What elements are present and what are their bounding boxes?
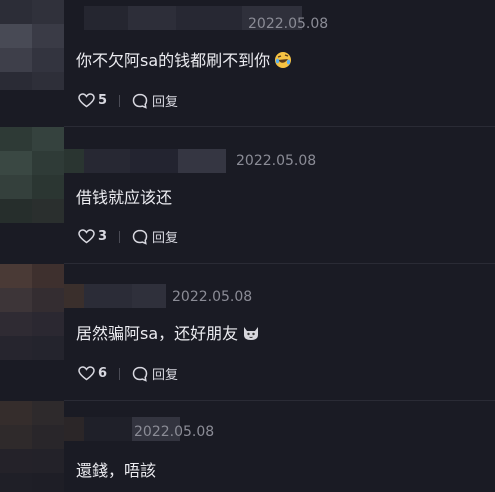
like-button[interactable]: 6 xyxy=(78,366,107,381)
like-button[interactable]: 5 xyxy=(78,93,107,108)
comment-item: 2022.05.08 你不欠阿sa的钱都刷不到你 5 回复 xyxy=(0,0,495,124)
comment-item: 2022.05.08 居然骗阿sa，还好朋友 6 回复 xyxy=(0,264,495,400)
comment-date: 2022.05.08 xyxy=(172,289,253,305)
comment-date: 2022.05.08 xyxy=(134,424,215,440)
comment-text-content: 你不欠阿sa的钱都刷不到你 xyxy=(76,51,271,70)
comment-text-content: 居然骗阿sa，还好朋友 xyxy=(76,324,239,343)
reply-label: 回复 xyxy=(152,231,179,246)
comment-item: 2022.05.08 借钱就应该还 3 回复 xyxy=(0,127,495,263)
comment-text: 借钱就应该还 xyxy=(76,188,173,207)
reply-label: 回复 xyxy=(152,368,179,383)
reply-bubble-icon xyxy=(132,229,148,245)
comment-date: 2022.05.08 xyxy=(236,153,317,169)
avatar[interactable] xyxy=(0,127,64,227)
reply-button[interactable]: 回复 xyxy=(132,227,178,246)
reply-bubble-icon xyxy=(132,366,148,382)
comment-item: 2022.05.08 還錢，唔該 xyxy=(0,401,495,492)
comment-text: 居然骗阿sa，还好朋友 xyxy=(76,320,260,346)
rolling-laughing-emoji-icon xyxy=(274,51,292,73)
like-button[interactable]: 3 xyxy=(78,229,107,244)
comment-text: 還錢，唔該 xyxy=(76,461,157,480)
avatar[interactable] xyxy=(0,401,64,492)
comment-text: 你不欠阿sa的钱都刷不到你 xyxy=(76,47,292,73)
heart-icon xyxy=(78,366,95,381)
username[interactable] xyxy=(64,149,226,173)
avatar[interactable] xyxy=(0,0,64,90)
avatar[interactable] xyxy=(0,264,64,364)
like-count: 3 xyxy=(98,229,108,244)
comment-actions: 3 回复 xyxy=(78,227,178,246)
comment-actions: 6 回复 xyxy=(78,364,178,383)
divider xyxy=(119,367,121,380)
divider xyxy=(119,94,121,107)
comment-actions: 5 回复 xyxy=(78,91,178,110)
reply-label: 回复 xyxy=(152,95,179,110)
like-count: 6 xyxy=(98,366,108,381)
reply-bubble-icon xyxy=(132,93,148,109)
reply-button[interactable]: 回复 xyxy=(132,91,178,110)
username[interactable] xyxy=(64,284,166,308)
like-count: 5 xyxy=(98,93,108,108)
reply-button[interactable]: 回复 xyxy=(132,364,178,383)
divider xyxy=(119,230,121,243)
cat-emoji-icon xyxy=(242,324,260,346)
heart-icon xyxy=(78,93,95,108)
comment-date: 2022.05.08 xyxy=(248,16,329,32)
heart-icon xyxy=(78,229,95,244)
